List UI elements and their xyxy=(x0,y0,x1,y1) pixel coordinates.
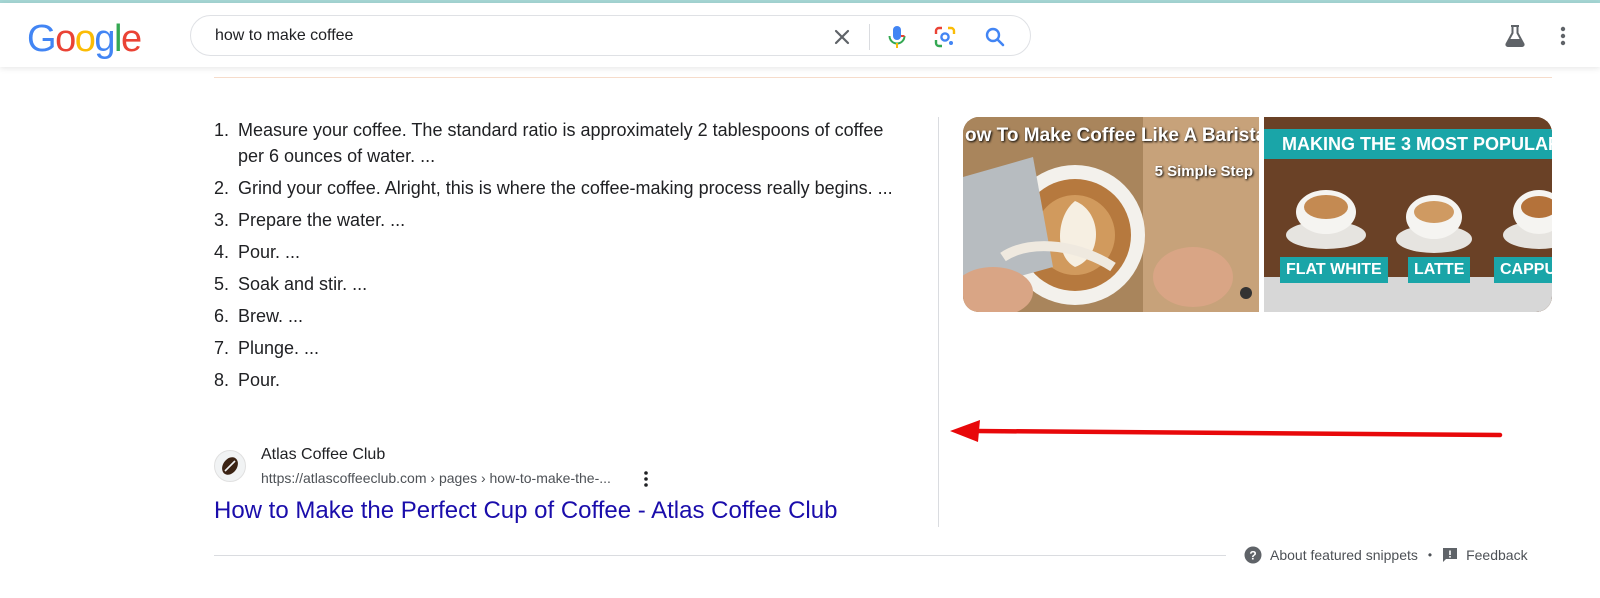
search-box xyxy=(190,15,1031,56)
help-icon: ? xyxy=(1244,546,1262,564)
thumbnail-caption: ow To Make Coffee Like A Barista xyxy=(965,125,1259,146)
step-text: Soak and stir. ... xyxy=(238,274,368,294)
step-text: Brew. ... xyxy=(238,306,304,326)
snippet-image-strip: ow To Make Coffee Like A Barista 5 Simpl… xyxy=(963,117,1552,312)
step-number: 5. xyxy=(214,274,230,294)
list-item: 4. Pour. ... xyxy=(214,239,904,265)
list-item: 1. Measure your coffee. The standard rati… xyxy=(214,117,904,169)
feedback-link[interactable]: Feedback xyxy=(1442,547,1528,563)
site-url[interactable]: https://atlascoffeeclub.com › pages › ho… xyxy=(261,470,611,486)
snippet-column-divider xyxy=(938,117,939,527)
close-icon xyxy=(834,29,850,45)
about-featured-snippets-link[interactable]: ? About featured snippets xyxy=(1244,546,1418,564)
result-options-button[interactable] xyxy=(638,469,654,489)
site-favicon[interactable] xyxy=(214,450,246,482)
featured-snippet-steps: 1. Measure your coffee. The standard rati… xyxy=(214,117,904,399)
list-item: 5. Soak and stir. ... xyxy=(214,271,904,297)
logo-letter: o xyxy=(74,18,96,60)
search-labs-button[interactable] xyxy=(1502,23,1528,49)
footer-separator: • xyxy=(1427,548,1433,562)
logo-letter: e xyxy=(120,18,142,60)
step-number: 3. xyxy=(214,210,230,230)
latte-art-thumbnail[interactable]: ow To Make Coffee Like A Barista 5 Simpl… xyxy=(963,117,1259,312)
thumbnail-subcaption: 5 Simple Step xyxy=(1154,163,1253,180)
about-featured-snippets-label: About featured snippets xyxy=(1270,547,1418,563)
svg-text:?: ? xyxy=(1249,549,1256,563)
feedback-label: Feedback xyxy=(1466,547,1528,563)
camera-lens-icon xyxy=(934,26,956,48)
step-number: 6. xyxy=(214,306,230,326)
step-number: 2. xyxy=(214,178,230,198)
search-input[interactable] xyxy=(215,26,795,46)
thumbnail-caption: MAKING THE 3 MOST POPULAR COFF xyxy=(1282,134,1552,154)
snippet-footer: ? About featured snippets • Feedback xyxy=(1244,546,1528,564)
feedback-icon xyxy=(1443,548,1458,562)
annotation-arrow xyxy=(950,420,1503,442)
search-submit-button[interactable] xyxy=(982,24,1008,50)
lens-search-button[interactable] xyxy=(932,24,958,50)
step-text: Pour. ... xyxy=(238,242,301,262)
list-item: 2. Grind your coffee. Alright, this is wh… xyxy=(214,175,904,201)
list-item: 8. Pour. xyxy=(214,367,904,393)
step-text: Pour. xyxy=(238,370,281,390)
search-header: Google xyxy=(0,3,1600,67)
search-box-divider xyxy=(869,24,870,50)
popular-coffees-thumbnail[interactable]: MAKING THE 3 MOST POPULAR COFF FLAT WHIT… xyxy=(1264,117,1552,312)
microphone-icon xyxy=(888,26,906,48)
step-number: 1. xyxy=(214,120,230,140)
step-text: Measure your coffee. The standard ratio … xyxy=(238,120,884,166)
flask-icon xyxy=(1505,25,1525,47)
google-logo[interactable]: Google xyxy=(27,17,142,61)
more-vertical-icon xyxy=(644,471,648,487)
clear-search-button[interactable] xyxy=(829,24,855,50)
step-number: 8. xyxy=(214,370,230,390)
snippet-bottom-divider xyxy=(214,555,1226,556)
apps-menu-button[interactable] xyxy=(1556,23,1570,49)
step-number: 7. xyxy=(214,338,230,358)
logo-letter: o xyxy=(55,18,76,60)
logo-letter: l xyxy=(113,18,122,60)
thumbnail-label: CAPPUC xyxy=(1494,257,1552,283)
list-item: 3. Prepare the water. ... xyxy=(214,207,904,233)
list-item: 6. Brew. ... xyxy=(214,303,904,329)
step-text: Prepare the water. ... xyxy=(238,210,406,230)
voice-search-button[interactable] xyxy=(884,24,910,50)
search-icon xyxy=(985,27,1005,47)
logo-letter: g xyxy=(94,18,115,60)
list-item: 7. Plunge. ... xyxy=(214,335,904,361)
result-title-link[interactable]: How to Make the Perfect Cup of Coffee - … xyxy=(214,497,837,525)
step-text: Grind your coffee. Alright, this is wher… xyxy=(238,178,893,198)
site-name[interactable]: Atlas Coffee Club xyxy=(261,446,385,464)
step-number: 4. xyxy=(214,242,230,262)
logo-letter: G xyxy=(27,18,57,60)
section-divider xyxy=(214,77,1552,78)
step-text: Plunge. ... xyxy=(238,338,320,358)
more-vertical-icon xyxy=(1560,26,1566,46)
thumbnail-label: LATTE xyxy=(1408,257,1471,283)
thumbnail-label: FLAT WHITE xyxy=(1280,257,1388,283)
coffee-bean-icon xyxy=(222,457,238,475)
